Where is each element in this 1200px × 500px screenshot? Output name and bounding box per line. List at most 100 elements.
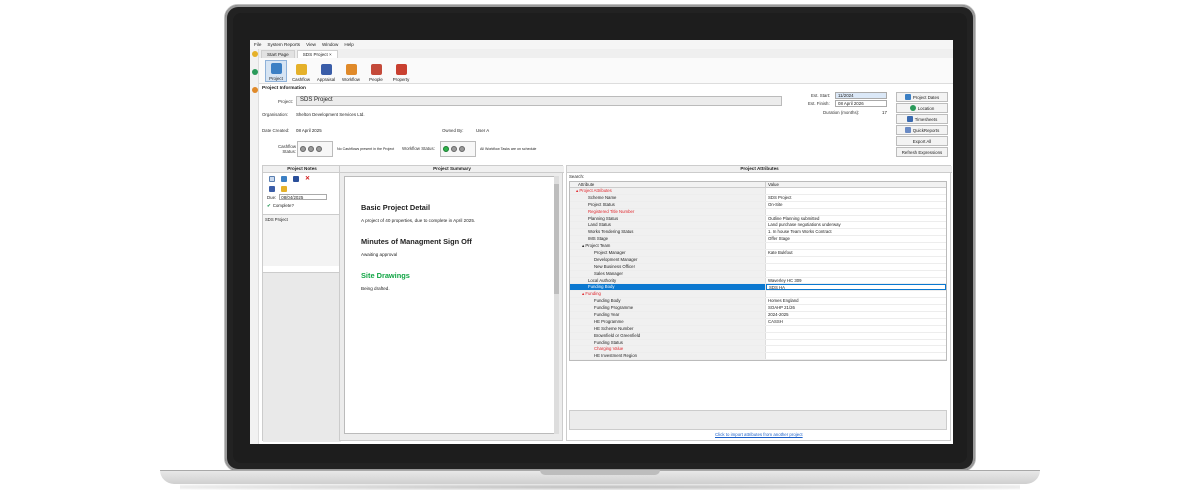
est-start-field[interactable]: 11/2024 <box>835 92 887 99</box>
ribbon-people-button[interactable]: People <box>365 60 387 82</box>
export-all-button[interactable]: Export All <box>896 136 948 146</box>
save-note-icon[interactable] <box>293 176 299 182</box>
project-name-field[interactable]: SDS Project <box>296 96 782 106</box>
summary-scrollbar[interactable] <box>554 176 559 434</box>
value-cell[interactable]: 2024-2025 <box>766 312 946 318</box>
value-cell[interactable] <box>766 271 946 277</box>
table-row[interactable]: Land Status Land purchase negotiations un… <box>570 222 946 230</box>
table-row[interactable]: New Business Officer <box>570 263 946 271</box>
table-row[interactable]: Funding Year 2024-2025 <box>570 312 946 319</box>
table-row[interactable]: Funding Body Homes England <box>570 298 946 306</box>
ribbon-property-button[interactable]: Property <box>390 60 412 82</box>
value-cell[interactable]: Waverley HC 309 <box>766 278 946 284</box>
attribute-cell: Funding Programme <box>570 305 766 312</box>
table-row[interactable]: Project Status On-Site <box>570 201 946 209</box>
timesheets-button[interactable]: Timesheets <box>896 114 948 124</box>
value-cell[interactable] <box>766 188 946 194</box>
est-finish-label: Est. Finish: <box>808 101 830 106</box>
table-row[interactable]: Project Manager Kate Bukfout <box>570 250 946 257</box>
menu-help[interactable]: Help <box>344 42 353 47</box>
menu-system-reports[interactable]: System Reports <box>267 42 300 47</box>
ribbon-label: Workflow <box>342 77 360 82</box>
value-cell[interactable]: SDS Project <box>766 195 946 201</box>
table-row[interactable]: HE Programme CASSH <box>570 318 946 326</box>
app-window: File System Reports View Window Help Sta… <box>250 40 953 444</box>
est-finish-field[interactable]: 08 April 2026 <box>835 100 887 107</box>
new-note-icon[interactable] <box>269 176 275 182</box>
due-date-field[interactable]: 08/04/2025 <box>279 194 328 200</box>
ribbon-cashflow-button[interactable]: Cashflow <box>290 60 312 82</box>
scroll-thumb[interactable] <box>554 184 559 294</box>
rail-search[interactable] <box>250 85 259 103</box>
summary-document[interactable]: Basic Project Detail A project of 40 pro… <box>344 176 558 434</box>
table-row[interactable]: Funding Programme SOAHP 21/26 <box>570 305 946 313</box>
value-cell[interactable] <box>766 291 946 297</box>
complete-row[interactable]: ✔ Complete? <box>267 203 294 209</box>
ribbon-appraisal-button[interactable]: Appraisal <box>315 60 337 82</box>
value-cell[interactable] <box>766 353 946 359</box>
value-cell[interactable]: Land purchase negotiations underway <box>766 222 946 228</box>
tab-sds-project[interactable]: SDS Project × <box>296 50 338 58</box>
value-cell[interactable]: SOAHP 21/26 <box>766 305 946 311</box>
table-row[interactable]: HE Scheme Number <box>570 325 946 333</box>
value-cell[interactable]: On-Site <box>766 202 946 208</box>
value-cell[interactable]: 1. In house Team Works Contract <box>766 229 946 235</box>
list-item[interactable]: SDS Project <box>263 215 341 224</box>
table-row[interactable]: Works Tendering Status 1. In house Team W… <box>570 229 946 237</box>
value-cell[interactable] <box>766 209 946 215</box>
import-attributes-link[interactable]: Click to import attributes from another … <box>715 432 803 437</box>
refresh-expressions-button[interactable]: Refresh Expressions <box>896 147 948 157</box>
project-attributes-panel: Project Attributes Search: Attribute Val… <box>566 165 952 441</box>
project-dates-button[interactable]: Project Dates <box>896 92 948 102</box>
location-button[interactable]: Location <box>896 103 948 113</box>
value-cell[interactable] <box>766 257 946 263</box>
sticky-note-icon[interactable] <box>281 186 287 192</box>
attribute-cell: Local Authority <box>570 277 766 284</box>
table-row[interactable]: HE Investment Region <box>570 353 946 360</box>
value-cell[interactable] <box>766 333 946 339</box>
attach-icon[interactable] <box>269 186 275 192</box>
table-row[interactable]: Planning Status Outline Planning submitte… <box>570 215 946 223</box>
attributes-table: Attribute Value ▴ Project Attributes Sche… <box>569 181 947 361</box>
menu-view[interactable]: View <box>306 42 316 47</box>
value-cell[interactable]: Offer Stage <box>766 236 946 242</box>
quickreports-button[interactable]: QuickReports <box>896 125 948 135</box>
table-row[interactable]: IMS Stage Offer Stage <box>570 236 946 244</box>
value-cell[interactable]: CASSH <box>766 319 946 325</box>
table-row[interactable]: Registered Title Number <box>570 208 946 216</box>
table-row[interactable]: Funding Body SDS HA <box>570 284 946 292</box>
value-cell[interactable] <box>766 346 946 352</box>
value-cell[interactable] <box>766 243 946 249</box>
menu-window[interactable]: Window <box>322 42 338 47</box>
value-cell[interactable] <box>766 340 946 346</box>
table-row[interactable]: Sales Manager <box>570 270 946 278</box>
table-row[interactable]: ▴ Project Attributes <box>570 188 946 195</box>
rail-help[interactable] <box>250 67 259 85</box>
value-cell[interactable]: Outline Planning submitted <box>766 216 946 222</box>
table-row[interactable]: ▴ Project Team <box>570 243 946 251</box>
value-cell[interactable] <box>766 326 946 332</box>
tab-start-page[interactable]: Start Page <box>261 50 295 58</box>
table-row[interactable]: Charging Value <box>570 346 946 354</box>
attribute-cell: Funding Year <box>570 312 766 318</box>
attributes-search[interactable]: Search: <box>569 174 584 179</box>
rail-notes[interactable] <box>250 49 259 67</box>
copy-note-icon[interactable] <box>281 176 287 182</box>
search-label: Search: <box>569 174 585 179</box>
value-cell[interactable]: Homes England <box>766 298 946 304</box>
value-cell[interactable] <box>766 264 946 270</box>
table-row[interactable]: ▴ Funding <box>570 291 946 299</box>
table-row[interactable]: Local Authority Waverley HC 309 <box>570 277 946 285</box>
value-cell[interactable]: SDS HA <box>766 284 946 291</box>
value-cell[interactable]: Kate Bukfout <box>766 250 946 256</box>
ribbon-project-button[interactable]: Project <box>265 60 287 82</box>
close-icon[interactable]: × <box>329 52 332 57</box>
ribbon-label: Cashflow <box>291 77 311 82</box>
table-row[interactable]: Funding Status <box>570 339 946 347</box>
table-row[interactable]: Scheme Name SDS Project <box>570 194 946 202</box>
menu-file[interactable]: File <box>254 42 261 47</box>
table-row[interactable]: Brownfield or Greenfield <box>570 332 946 340</box>
delete-note-icon[interactable]: ✕ <box>305 176 311 182</box>
ribbon-workflow-button[interactable]: Workflow <box>340 60 362 82</box>
table-row[interactable]: Development Manager <box>570 256 946 264</box>
